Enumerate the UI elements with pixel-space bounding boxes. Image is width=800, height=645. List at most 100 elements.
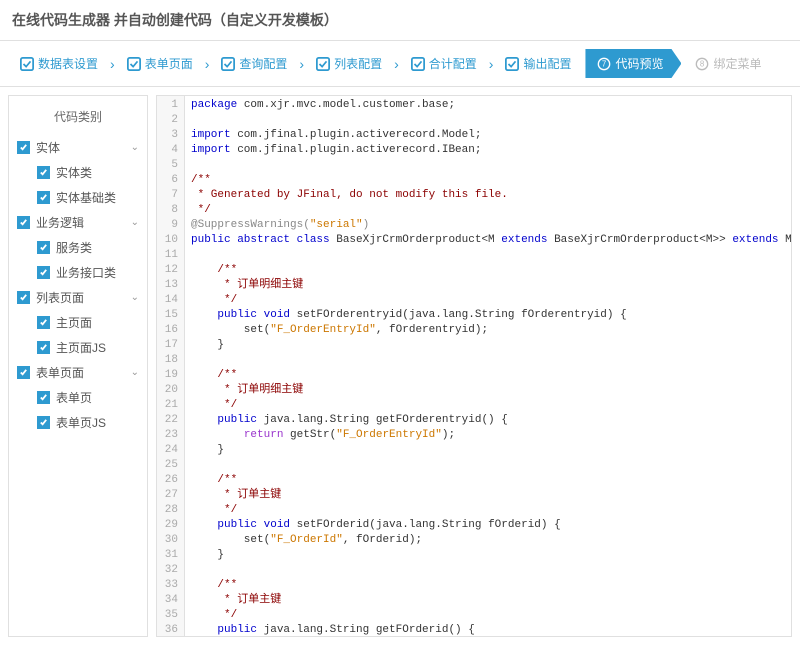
wizard-step-label: 查询配置 <box>239 55 287 72</box>
wizard-step-label: 数据表设置 <box>38 55 98 72</box>
check-icon <box>411 57 425 71</box>
code-line: public void setFOrderid(java.lang.String… <box>191 518 791 533</box>
tree-group-1[interactable]: 业务逻辑⌄ <box>9 210 147 235</box>
checkbox-checked-icon[interactable] <box>37 341 50 354</box>
tree-item-0-1[interactable]: 实体基础类 <box>9 185 147 210</box>
code-line: * Generated by JFinal, do not modify thi… <box>191 188 791 203</box>
svg-text:7: 7 <box>602 59 606 68</box>
tree-item-1-1[interactable]: 业务接口类 <box>9 260 147 285</box>
line-number: 3 <box>161 128 178 143</box>
wizard-step-0[interactable]: 数据表设置 <box>12 55 106 72</box>
line-number: 10 <box>161 233 178 248</box>
line-number: 31 <box>161 548 178 563</box>
line-number: 2 <box>161 113 178 128</box>
tree-label: 主页面JS <box>56 339 139 356</box>
wizard-step-3[interactable]: 列表配置 <box>308 55 390 72</box>
wizard-step-2[interactable]: 查询配置 <box>213 55 295 72</box>
tree-item-2-1[interactable]: 主页面JS <box>9 335 147 360</box>
line-number: 11 <box>161 248 178 263</box>
code-line: } <box>191 548 791 563</box>
line-number: 6 <box>161 173 178 188</box>
checkbox-checked-icon[interactable] <box>37 241 50 254</box>
wizard-step-1[interactable]: 表单页面 <box>119 55 201 72</box>
code-line <box>191 113 791 128</box>
line-number: 24 <box>161 443 178 458</box>
line-number: 19 <box>161 368 178 383</box>
wizard-steps: 数据表设置›表单页面›查询配置›列表配置›合计配置›输出配置7代码预览8绑定菜单 <box>0 41 800 87</box>
line-number: 33 <box>161 578 178 593</box>
chevron-down-icon[interactable]: ⌄ <box>131 217 139 228</box>
check-icon <box>316 57 330 71</box>
line-number: 17 <box>161 338 178 353</box>
line-number: 16 <box>161 323 178 338</box>
chevron-down-icon[interactable]: ⌄ <box>131 367 139 378</box>
wizard-step-4[interactable]: 合计配置 <box>403 55 485 72</box>
wizard-step-5[interactable]: 输出配置 <box>497 55 579 72</box>
line-number: 25 <box>161 458 178 473</box>
line-number: 32 <box>161 563 178 578</box>
checkbox-checked-icon[interactable] <box>37 391 50 404</box>
line-number: 27 <box>161 488 178 503</box>
check-icon <box>221 57 235 71</box>
code-line: /** <box>191 368 791 383</box>
chevron-down-icon[interactable]: ⌄ <box>131 142 139 153</box>
code-line: * 订单主键 <box>191 488 791 503</box>
tree-group-2[interactable]: 列表页面⌄ <box>9 285 147 310</box>
wizard-step-label: 列表配置 <box>334 55 382 72</box>
tree-item-2-0[interactable]: 主页面 <box>9 310 147 335</box>
code-line: package com.xjr.mvc.model.customer.base; <box>191 98 791 113</box>
checkbox-checked-icon[interactable] <box>37 266 50 279</box>
line-number: 9 <box>161 218 178 233</box>
tree-label: 表单页面 <box>36 364 131 381</box>
tree-item-1-0[interactable]: 服务类 <box>9 235 147 260</box>
code-line: * 订单明细主键 <box>191 383 791 398</box>
checkbox-checked-icon[interactable] <box>37 316 50 329</box>
tree-group-0[interactable]: 实体⌄ <box>9 135 147 160</box>
line-number: 15 <box>161 308 178 323</box>
line-number: 21 <box>161 398 178 413</box>
code-editor[interactable]: 1234567891011121314151617181920212223242… <box>156 95 792 637</box>
page-title: 在线代码生成器 并自动创建代码（自定义开发模板） <box>0 0 800 41</box>
wizard-arrow-icon: › <box>394 56 399 72</box>
code-line <box>191 353 791 368</box>
line-number: 22 <box>161 413 178 428</box>
code-line: */ <box>191 203 791 218</box>
tree-item-3-1[interactable]: 表单页JS <box>9 410 147 435</box>
wizard-step-label: 代码预览 <box>615 55 663 72</box>
code-content[interactable]: package com.xjr.mvc.model.customer.base;… <box>185 96 791 636</box>
wizard-step-7[interactable]: 8绑定菜单 <box>687 55 769 72</box>
line-number: 23 <box>161 428 178 443</box>
code-line: set("F_OrderEntryId", fOrderentryid); <box>191 323 791 338</box>
checkbox-checked-icon[interactable] <box>37 191 50 204</box>
checkbox-checked-icon[interactable] <box>37 166 50 179</box>
line-number: 5 <box>161 158 178 173</box>
wizard-arrow-icon: › <box>299 56 304 72</box>
tree-group-3[interactable]: 表单页面⌄ <box>9 360 147 385</box>
line-number: 29 <box>161 518 178 533</box>
check-icon <box>127 57 141 71</box>
line-number: 35 <box>161 608 178 623</box>
line-number: 18 <box>161 353 178 368</box>
code-line: set("F_OrderId", fOrderid); <box>191 533 791 548</box>
circle-icon: 8 <box>695 57 709 71</box>
checkbox-checked-icon[interactable] <box>37 416 50 429</box>
checkbox-checked-icon[interactable] <box>17 291 30 304</box>
line-number: 14 <box>161 293 178 308</box>
tree-label: 主页面 <box>56 314 139 331</box>
code-line: @SuppressWarnings("serial") <box>191 218 791 233</box>
wizard-step-6[interactable]: 7 代码预览 <box>585 49 681 78</box>
checkbox-checked-icon[interactable] <box>17 216 30 229</box>
line-number: 28 <box>161 503 178 518</box>
tree-label: 表单页JS <box>56 414 139 431</box>
checkbox-checked-icon[interactable] <box>17 366 30 379</box>
tree-label: 实体 <box>36 139 131 156</box>
code-line <box>191 158 791 173</box>
chevron-down-icon[interactable]: ⌄ <box>131 292 139 303</box>
wizard-step-label: 表单页面 <box>145 55 193 72</box>
line-number: 7 <box>161 188 178 203</box>
wizard-step-label: 合计配置 <box>429 55 477 72</box>
tree-item-0-0[interactable]: 实体类 <box>9 160 147 185</box>
tree-item-3-0[interactable]: 表单页 <box>9 385 147 410</box>
checkbox-checked-icon[interactable] <box>17 141 30 154</box>
code-line: /** <box>191 263 791 278</box>
